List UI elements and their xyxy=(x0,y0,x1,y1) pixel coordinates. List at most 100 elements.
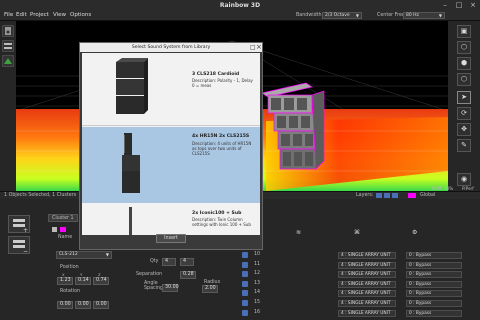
app-title: Rainbow 3D xyxy=(219,2,261,9)
add-cluster-button[interactable]: + xyxy=(8,215,30,234)
table-row[interactable]: 13 4 : SINGLE ARRAY UNIT 0 : Bypass xyxy=(240,280,480,289)
item-title: 3 CLS218 Cardioid xyxy=(192,72,240,77)
item-title: 2x Iconic100 + Sub xyxy=(192,211,242,216)
row-checkbox[interactable] xyxy=(242,300,248,306)
qty-secondary-input[interactable]: 4 xyxy=(180,258,194,266)
menu-bar: File Edit Project View Options Bandwidth… xyxy=(0,11,480,21)
rotation-z-input[interactable]: 0.00 xyxy=(93,301,109,309)
unit-type-select[interactable]: 4 : SINGLE ARRAY UNIT xyxy=(338,290,396,298)
bypass-select[interactable]: 0 : Bypass xyxy=(406,290,462,298)
menu-file[interactable]: File xyxy=(4,12,13,18)
bypass-select[interactable]: 0 : Bypass xyxy=(406,280,462,288)
list-item-selected[interactable]: 4x HR15N 2x CLS215S Description: 4 units… xyxy=(82,127,260,203)
table-row[interactable]: 16 4 : SINGLE ARRAY UNIT 0 : Bypass xyxy=(240,309,480,318)
layer-toggle-icon[interactable] xyxy=(384,193,390,198)
row-number: 16 xyxy=(254,309,261,315)
menu-edit[interactable]: Edit xyxy=(16,12,27,18)
remove-cluster-button[interactable]: − xyxy=(8,236,30,255)
maximize-button[interactable]: □ xyxy=(452,1,466,10)
item-description: Description: Twin Column settings with I… xyxy=(192,217,251,227)
subwoofer-tool-icon[interactable] xyxy=(2,55,14,67)
layer-toggle-icon[interactable] xyxy=(376,193,382,198)
layer-color-swatch[interactable] xyxy=(408,193,416,198)
dialog-title: Select Sound System from Library xyxy=(80,43,262,52)
qty-input[interactable]: 4 xyxy=(162,258,176,266)
tab-cluster-1[interactable]: Cluster 1 xyxy=(48,214,78,222)
cube-view-icon[interactable]: ⬡ xyxy=(457,41,471,54)
angle-spacing-input[interactable]: 30.00 xyxy=(162,284,179,292)
unit-type-select[interactable]: 4 : SINGLE ARRAY UNIT xyxy=(338,280,396,288)
position-x-input[interactable]: 1.23 xyxy=(57,277,73,285)
unit-type-select[interactable]: 4 : SINGLE ARRAY UNIT xyxy=(338,252,396,259)
ruler-tool-icon[interactable]: ✎ xyxy=(457,139,471,152)
bandwidth-select[interactable]: 2/3 Octave ▼ xyxy=(322,12,362,19)
row-number: 14 xyxy=(254,290,261,296)
radius-input[interactable]: 2.00 xyxy=(202,285,218,293)
list-item[interactable]: 3 CLS218 Cardioid Description: Polarity … xyxy=(82,53,260,126)
cube-side-icon[interactable]: ⬡ xyxy=(457,73,471,86)
row-checkbox[interactable] xyxy=(242,261,248,268)
separation-input[interactable]: 0.28 xyxy=(180,271,196,279)
menu-options[interactable]: Options xyxy=(70,12,91,18)
pointer-tool-icon[interactable]: ➤ xyxy=(457,91,471,104)
rotation-x-input[interactable]: 0.00 xyxy=(57,301,73,309)
rotate-tool-icon[interactable]: ⟳ xyxy=(457,107,471,120)
array-tool-icon[interactable] xyxy=(2,40,14,52)
table-row[interactable]: 10 4 : SINGLE ARRAY UNIT 0 : Bypass xyxy=(240,251,480,260)
perf-label: PiPerf xyxy=(462,186,474,191)
list-item[interactable]: 2x Iconic100 + Sub Description: Twin Col… xyxy=(82,203,260,235)
table-row[interactable]: 12 4 : SINGLE ARRAY UNIT 0 : Bypass xyxy=(240,270,480,279)
name-label: Name xyxy=(58,235,73,240)
bypass-select[interactable]: 0 : Bypass xyxy=(406,271,462,279)
layer-toggle-icon[interactable] xyxy=(392,193,398,198)
row-checkbox[interactable] xyxy=(242,290,248,297)
bandwidth-value: 2/3 Octave xyxy=(325,13,350,18)
row-checkbox[interactable] xyxy=(242,280,248,287)
camera-icon[interactable]: ▣ xyxy=(457,25,471,38)
selection-status: 1 Objects Selected, 1 Clusters xyxy=(4,193,77,198)
bypass-select[interactable]: 0 : Bypass xyxy=(406,309,462,317)
angle-spacing-label: Angle Spacing xyxy=(144,281,164,291)
global-label: Global xyxy=(420,193,436,198)
bandwidth-label: Bandwidth xyxy=(296,13,322,18)
minimize-button[interactable]: – xyxy=(438,1,452,10)
position-y-input[interactable]: 0.14 xyxy=(75,277,91,285)
unit-type-select[interactable]: 4 : SINGLE ARRAY UNIT xyxy=(338,309,396,317)
center-freq-select[interactable]: 80 Hz ▼ xyxy=(403,12,445,19)
right-toolbar: ▣ ⬡ ⬢ ⬡ ➤ ⟳ ✥ ✎ ◉ xyxy=(448,21,480,191)
table-row[interactable]: 14 4 : SINGLE ARRAY UNIT 0 : Bypass xyxy=(240,289,480,298)
close-icon[interactable]: × xyxy=(256,43,262,51)
table-row[interactable]: 15 4 : SINGLE ARRAY UNIT 0 : Bypass xyxy=(240,299,480,308)
unit-type-select[interactable]: 4 : SINGLE ARRAY UNIT xyxy=(338,261,396,269)
network-icon: ⌘ xyxy=(354,229,360,236)
row-checkbox[interactable] xyxy=(242,271,248,278)
bypass-select[interactable]: 0 : Bypass xyxy=(406,261,462,269)
cluster-color-swatch[interactable] xyxy=(60,227,66,232)
spl-view-icon[interactable]: ◉ xyxy=(457,173,471,186)
maximize-icon[interactable]: □ xyxy=(250,44,256,51)
speaker-tool-icon[interactable] xyxy=(2,25,14,37)
position-z-input[interactable]: 0.74 xyxy=(93,277,109,285)
row-number: 11 xyxy=(254,261,261,267)
rotation-y-input[interactable]: 0.00 xyxy=(75,301,91,309)
move-tool-icon[interactable]: ✥ xyxy=(457,123,471,136)
close-button[interactable]: × xyxy=(466,1,480,10)
center-freq-value: 80 Hz xyxy=(406,13,419,18)
menu-view[interactable]: View xyxy=(53,12,66,18)
unit-type-select[interactable]: 4 : SINGLE ARRAY UNIT xyxy=(338,271,396,279)
bypass-select[interactable]: 0 : Bypass xyxy=(406,252,462,259)
row-checkbox[interactable] xyxy=(242,252,248,258)
item-description: Description: 4 units of HR15N as tops ov… xyxy=(192,141,252,156)
model-select[interactable]: CLS-212 ▼ xyxy=(56,251,112,259)
menu-project[interactable]: Project xyxy=(30,12,49,18)
row-checkbox[interactable] xyxy=(242,309,248,316)
cube-front-icon[interactable]: ⬢ xyxy=(457,57,471,70)
library-list: 3 CLS218 Cardioid Description: Polarity … xyxy=(82,53,260,235)
lock-icon[interactable] xyxy=(52,227,57,232)
svg-text:−: − xyxy=(23,248,28,253)
table-row[interactable]: 11 4 : SINGLE ARRAY UNIT 0 : Bypass xyxy=(240,261,480,270)
bypass-select[interactable]: 0 : Bypass xyxy=(406,300,462,307)
unit-type-select[interactable]: 4 : SINGLE ARRAY UNIT xyxy=(338,300,396,307)
insert-button[interactable]: Insert xyxy=(156,234,186,243)
unit-table: 10 4 : SINGLE ARRAY UNIT 0 : Bypass 11 4 : S… xyxy=(240,251,480,320)
